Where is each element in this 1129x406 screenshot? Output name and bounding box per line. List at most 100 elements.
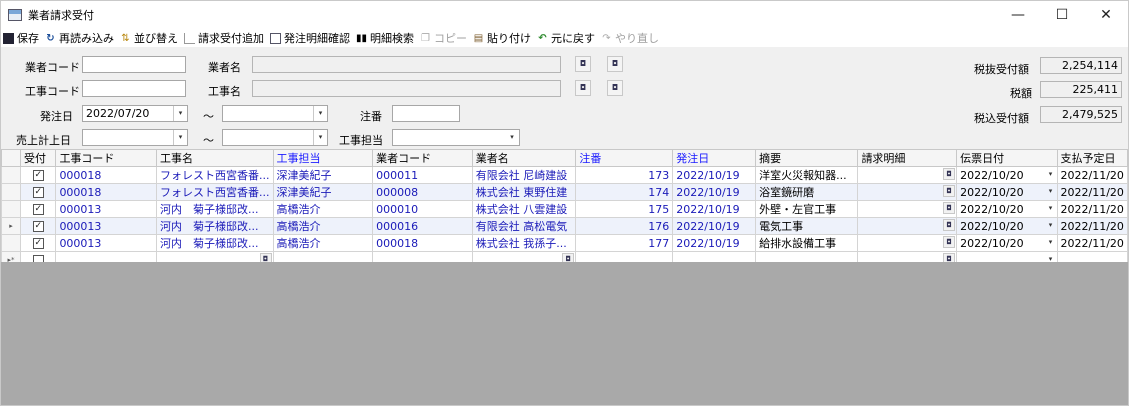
accepted-checkbox[interactable]: ✓	[32, 187, 44, 198]
row-header[interactable]	[1, 200, 22, 218]
copy-button[interactable]: ❐ コピー	[420, 30, 467, 46]
new-row-header[interactable]: ▸*	[1, 251, 22, 262]
slip-date-cell[interactable]: 2022/10/20 ▾	[956, 200, 1058, 218]
summary-cell[interactable]: 洋室火災報知器...	[755, 166, 859, 184]
project-code-cell[interactable]: 000013	[55, 234, 157, 252]
payment-date-cell[interactable]: 2022/11/20	[1056, 217, 1128, 235]
table-row[interactable]: ✓ 000018 フォレスト西宮香番... 深津美紀子 000011 有限会社 …	[1, 166, 1128, 184]
col-header-vendor-code[interactable]: 業者コード	[372, 149, 473, 167]
table-row[interactable]: ✓ 000013 河内 菊子様邸改... 高橋浩介 000010 株式会社 八雲…	[1, 200, 1128, 218]
payment-date-cell[interactable]	[1056, 251, 1128, 262]
summary-cell[interactable]: 電気工事	[755, 217, 859, 235]
manager-cell[interactable]: 高橋浩介	[272, 234, 374, 252]
project-name-cell[interactable]: フォレスト西宮香番...	[156, 183, 274, 201]
vendor-code-cell[interactable]	[372, 251, 473, 262]
vendor-lookup-button[interactable]: ◘	[575, 56, 591, 72]
invoice-detail-button[interactable]: ◘	[943, 168, 956, 180]
invoice-detail-cell[interactable]: ◘	[857, 234, 958, 252]
order-no-cell[interactable]: 177	[575, 234, 674, 252]
row-header[interactable]	[1, 166, 22, 184]
add-receipt-button[interactable]: 請求受付追加	[184, 30, 264, 46]
slip-date-cell[interactable]: ▾	[956, 251, 1058, 262]
slip-date-cell[interactable]: 2022/10/20 ▾	[956, 234, 1058, 252]
col-header-project-name[interactable]: 工事名	[156, 149, 274, 167]
project-lookup-button[interactable]: ◘	[575, 80, 591, 96]
project-code-cell[interactable]	[55, 251, 157, 262]
slip-date-cell[interactable]: 2022/10/20 ▾	[956, 166, 1058, 184]
row-header[interactable]: ▸	[1, 217, 22, 235]
dropdown-arrow-icon[interactable]: ▾	[1046, 219, 1056, 231]
order-date-cell[interactable]: 2022/10/19	[672, 200, 757, 218]
slip-date-cell[interactable]: 2022/10/20 ▾	[956, 183, 1058, 201]
order-date-from-picker[interactable]: 2022/07/20 ▾	[82, 105, 188, 122]
accepted-checkbox[interactable]: ✓	[32, 238, 44, 249]
summary-cell[interactable]: 浴室鏡研磨	[755, 183, 859, 201]
order-no-cell[interactable]: 175	[575, 200, 674, 218]
undo-button[interactable]: ↶ 元に戻す	[537, 30, 595, 46]
manager-cell[interactable]: 深津美紀子	[272, 166, 374, 184]
manager-cell[interactable]: 高橋浩介	[272, 217, 374, 235]
vendor-code-input[interactable]	[82, 56, 186, 73]
vendor-code-cell[interactable]: 000016	[372, 217, 473, 235]
vendor-name-cell[interactable]: 株式会社 東野住建	[471, 183, 577, 201]
col-header-payment-date[interactable]: 支払予定日	[1056, 149, 1128, 167]
accepted-checkbox[interactable]	[32, 254, 44, 262]
close-button[interactable]: ✕	[1084, 1, 1128, 29]
dropdown-arrow-icon[interactable]: ▾	[1046, 168, 1056, 180]
project-detail-button[interactable]: ◘	[607, 80, 623, 96]
minimize-button[interactable]: —	[996, 1, 1040, 29]
order-no-input[interactable]	[392, 105, 460, 122]
dropdown-arrow-icon[interactable]: ▾	[1046, 253, 1056, 262]
table-row[interactable]: ▸ ✓ 000013 河内 菊子様邸改... 高橋浩介 000016 有限会社 …	[1, 217, 1128, 235]
project-code-cell[interactable]: 000018	[55, 166, 157, 184]
invoice-detail-button[interactable]: ◘	[943, 185, 956, 197]
invoice-detail-cell[interactable]: ◘	[857, 200, 958, 218]
vendor-code-cell[interactable]: 000011	[372, 166, 473, 184]
detail-search-button[interactable]: ▮▮ 明細検索	[356, 30, 414, 46]
vendor-name-cell[interactable]: 有限会社 尼崎建設	[471, 166, 577, 184]
vendor-name-cell[interactable]: 株式会社 八雲建設	[471, 200, 577, 218]
sort-button[interactable]: ⇅ 並び替え	[120, 30, 178, 46]
project-code-cell[interactable]: 000013	[55, 200, 157, 218]
project-name-cell[interactable]: 河内 菊子様邸改...	[156, 200, 274, 218]
invoice-detail-cell[interactable]: ◘	[857, 217, 958, 235]
accepted-checkbox[interactable]: ✓	[32, 204, 44, 215]
order-no-cell[interactable]	[575, 251, 674, 262]
payment-date-cell[interactable]: 2022/11/20	[1056, 200, 1128, 218]
invoice-detail-cell[interactable]: ◘	[857, 251, 958, 262]
payment-date-cell[interactable]: 2022/11/20	[1056, 234, 1128, 252]
order-date-cell[interactable]	[672, 251, 757, 262]
slip-date-cell[interactable]: 2022/10/20 ▾	[956, 217, 1058, 235]
dropdown-arrow-icon[interactable]: ▾	[1046, 185, 1056, 197]
col-header-vendor-name[interactable]: 業者名	[471, 149, 577, 167]
maximize-button[interactable]: ☐	[1040, 1, 1084, 29]
project-code-input[interactable]	[82, 80, 186, 97]
col-header-order-no[interactable]: 注番	[575, 149, 674, 167]
invoice-detail-button[interactable]: ◘	[943, 219, 956, 231]
project-name-cell[interactable]: 河内 菊子様邸改...	[156, 217, 274, 235]
reload-button[interactable]: ↻ 再読み込み	[45, 30, 114, 46]
summary-cell[interactable]	[755, 251, 859, 262]
payment-date-cell[interactable]: 2022/11/20	[1056, 183, 1128, 201]
accepted-checkbox[interactable]: ✓	[32, 221, 44, 232]
vendor-code-cell[interactable]: 000018	[372, 234, 473, 252]
redo-button[interactable]: ↷ やり直し	[601, 30, 659, 46]
col-header-project-code[interactable]: 工事コード	[55, 149, 157, 167]
col-header-order-date[interactable]: 発注日	[672, 149, 757, 167]
project-code-cell[interactable]: 000018	[55, 183, 157, 201]
dropdown-arrow-icon[interactable]: ▾	[1046, 202, 1056, 214]
new-row[interactable]: ▸* ◘ ◘ ◘ ▾	[1, 251, 1128, 262]
project-name-cell[interactable]: フォレスト西宮香番...	[156, 166, 274, 184]
summary-cell[interactable]: 外壁・左官工事	[755, 200, 859, 218]
sales-date-to-picker[interactable]: ▾	[222, 129, 328, 146]
project-name-cell[interactable]: 河内 菊子様邸改...	[156, 234, 274, 252]
row-header[interactable]	[1, 234, 22, 252]
invoice-detail-cell[interactable]: ◘	[857, 183, 958, 201]
col-header-accepted[interactable]: 受付	[20, 149, 57, 167]
manager-cell[interactable]	[272, 251, 374, 262]
order-date-cell[interactable]: 2022/10/19	[672, 234, 757, 252]
manager-cell[interactable]: 高橋浩介	[272, 200, 374, 218]
invoice-detail-button[interactable]: ◘	[943, 202, 956, 214]
invoice-detail-button[interactable]: ◘	[943, 236, 956, 248]
sales-date-from-picker[interactable]: ▾	[82, 129, 188, 146]
